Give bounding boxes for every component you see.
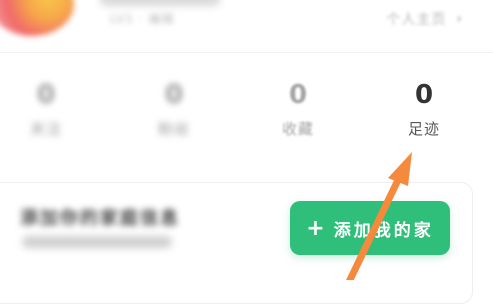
stat-follow-label: 关注 <box>29 120 62 138</box>
header-divider <box>0 52 493 53</box>
stat-follow-value: 0 <box>36 80 56 110</box>
stat-favorites-value: 0 <box>288 80 308 110</box>
stat-fans-value: 0 <box>164 80 184 110</box>
add-home-button[interactable]: + 添加我的家 <box>290 201 450 255</box>
card-title: 添加你的家庭信息 <box>20 208 180 229</box>
homepage-link-label: 个人主页 <box>386 12 447 28</box>
stat-footprint[interactable]: 0 足迹 <box>384 80 464 138</box>
stat-follow[interactable]: 0 关注 <box>6 80 86 138</box>
stat-favorites-label: 收藏 <box>281 120 314 138</box>
profile-subtitle: LV1 · 编辑 <box>110 12 175 26</box>
plus-icon: + <box>306 215 328 241</box>
homepage-link[interactable]: 个人主页 › <box>386 9 463 29</box>
stat-fans-label: 粉丝 <box>157 120 190 138</box>
profile-name <box>100 0 220 6</box>
chevron-right-icon: › <box>456 11 463 27</box>
add-home-button-label: 添加我的家 <box>333 220 434 241</box>
stat-fans[interactable]: 0 粉丝 <box>134 80 214 138</box>
avatar[interactable] <box>0 0 74 36</box>
stat-footprint-value: 0 <box>414 80 434 110</box>
card-subtitle <box>22 236 172 248</box>
stat-favorites[interactable]: 0 收藏 <box>258 80 338 138</box>
stat-footprint-label: 足迹 <box>407 120 440 138</box>
